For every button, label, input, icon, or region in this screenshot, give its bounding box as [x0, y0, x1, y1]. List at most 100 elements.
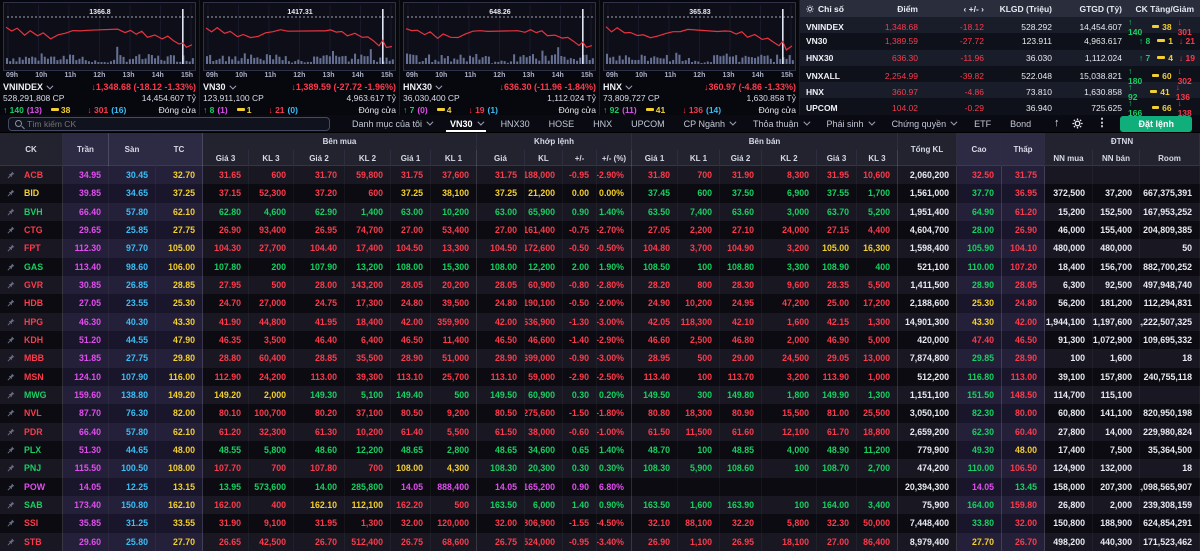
board-row[interactable]: PNJ115.50100.50108.00107.70700107.807001… — [0, 459, 1200, 477]
tab-etf[interactable]: ETF — [974, 115, 991, 132]
ticker-symbol[interactable]: MWG — [22, 386, 63, 404]
ticker-symbol[interactable]: HDB — [22, 294, 63, 312]
index-row[interactable]: UPCOM104.02-0.2936.940725.625↑ 16666↓ 13… — [800, 98, 1200, 114]
board-row[interactable]: CTG29.6525.8527.7526.9093,40026.9574,700… — [0, 221, 1200, 239]
pin-cell[interactable] — [0, 221, 22, 239]
col-header-sell-k3[interactable]: KL 3 — [857, 150, 898, 166]
ticker-symbol[interactable]: HPG — [22, 313, 63, 331]
tab-danh-m-c-c-a-t-i[interactable]: Danh mục của tôi — [352, 115, 431, 132]
pin-cell[interactable] — [0, 276, 22, 294]
col-header-buy-g3[interactable]: Giá 3 — [203, 150, 249, 166]
pin-cell[interactable] — [0, 404, 22, 422]
pin-cell[interactable] — [0, 368, 22, 386]
search-input[interactable] — [27, 119, 323, 129]
pin-cell[interactable] — [0, 423, 22, 441]
index-board-header-chg[interactable]: ‹ +/- › — [924, 4, 990, 14]
index-row[interactable]: VN301,389.59-27.72123.9114,963.617↑ 81↓ … — [800, 33, 1200, 49]
tab-hnx[interactable]: HNX — [593, 115, 612, 132]
tab-bond[interactable]: Bond — [1010, 115, 1031, 132]
pin-cell[interactable] — [0, 239, 22, 257]
board-row[interactable]: KDH51.2044.5547.9046.353,50046.406,40046… — [0, 331, 1200, 349]
ticker-symbol[interactable]: GAS — [22, 258, 63, 276]
pin-cell[interactable] — [0, 386, 22, 404]
col-header-buy-k1[interactable]: KL 1 — [431, 150, 477, 166]
pin-cell[interactable] — [0, 441, 22, 459]
ticker-symbol[interactable]: KDH — [22, 331, 63, 349]
board-row[interactable]: BID39.8534.6537.2537.1552,30037.2060037.… — [0, 184, 1200, 202]
settings-gear-icon[interactable] — [1072, 118, 1083, 129]
pin-cell[interactable] — [0, 514, 22, 532]
tab-cp-ng-nh[interactable]: CP Ngành — [684, 115, 734, 132]
index-name-dropdown[interactable]: HNX30 — [403, 81, 440, 93]
ticker-symbol[interactable]: PNJ — [22, 459, 63, 477]
pin-cell[interactable] — [0, 184, 22, 202]
board-row[interactable]: MSN124.10107.90116.00112.9024,200113.003… — [0, 368, 1200, 386]
board-row[interactable]: FPT112.3097.70105.00104.3027,700104.4017… — [0, 239, 1200, 257]
index-board-header-point[interactable]: Điểm — [862, 4, 924, 14]
col-header-buy-k2[interactable]: KL 2 — [345, 150, 391, 166]
board-row[interactable]: MWG159.60138.80149.20149.202,000149.305,… — [0, 386, 1200, 404]
board-row[interactable]: GVR30.8526.8528.8527.9550028.00143,20028… — [0, 276, 1200, 294]
pin-cell[interactable] — [0, 258, 22, 276]
col-header-change-pct[interactable]: +/- (%) — [597, 150, 632, 166]
board-row[interactable]: HPG46.3040.3043.3041.9044,80041.9518,400… — [0, 313, 1200, 331]
index-board-header-updown[interactable]: CK Tăng/Giảm — [1128, 4, 1200, 14]
ticker-symbol[interactable]: BID — [22, 184, 63, 202]
index-name-dropdown[interactable]: VN30 — [203, 81, 234, 93]
index-row[interactable]: HNX360.97-4.8673.8101,630.858↑ 9241↓ 136 — [800, 82, 1200, 98]
board-row[interactable]: PDR66.4057.8062.1061.2032,30061.3010,200… — [0, 423, 1200, 441]
board-row[interactable]: NVL87.7076.3082.0080.10100,70080.2037,10… — [0, 404, 1200, 422]
col-header-tc[interactable]: TC — [156, 133, 203, 166]
board-row[interactable]: SSI35.8531.2533.5531.909,10031.951,30032… — [0, 514, 1200, 532]
place-order-button[interactable]: Đặt lệnh — [1120, 116, 1192, 132]
ticker-symbol[interactable]: MBB — [22, 349, 63, 367]
ticker-symbol[interactable]: STB — [22, 533, 63, 551]
index-board-settings[interactable]: Chỉ số — [800, 4, 862, 14]
col-header-total[interactable]: Tổng KL — [898, 133, 957, 166]
stock-search[interactable] — [8, 117, 330, 131]
board-row[interactable]: PLX51.3044.6548.0048.555,80048.6012,2004… — [0, 441, 1200, 459]
tab-th-a-thu-n[interactable]: Thỏa thuận — [753, 115, 808, 132]
tab-ph-i-sinh[interactable]: Phái sinh — [827, 115, 873, 132]
col-header-low[interactable]: Thấp — [1002, 133, 1045, 166]
col-header-san[interactable]: Sàn — [109, 133, 156, 166]
collapse-up-icon[interactable]: ↑ — [1054, 118, 1060, 129]
tab-upcom[interactable]: UPCOM — [631, 115, 665, 132]
ticker-symbol[interactable]: GVR — [22, 276, 63, 294]
col-header-high[interactable]: Cao — [957, 133, 1002, 166]
col-header-buy-g2[interactable]: Giá 2 — [294, 150, 345, 166]
col-header-change[interactable]: +/- — [563, 150, 597, 166]
index-board-header-vol[interactable]: KLGD (Triệu) — [990, 4, 1058, 14]
col-header-match-vol[interactable]: KL — [525, 150, 563, 166]
pin-cell[interactable] — [0, 478, 22, 496]
ticker-symbol[interactable]: NVL — [22, 404, 63, 422]
more-menu-icon[interactable]: ⋮ — [1096, 118, 1107, 129]
col-header-buy-g1[interactable]: Giá 1 — [391, 150, 431, 166]
col-header-sell-g2[interactable]: Giá 2 — [720, 150, 762, 166]
ticker-symbol[interactable]: SAB — [22, 496, 63, 514]
pin-cell[interactable] — [0, 203, 22, 221]
pin-cell[interactable] — [0, 533, 22, 551]
tab-ch-ng-quy-n[interactable]: Chứng quyền — [892, 115, 956, 132]
col-header-tran[interactable]: Trần — [63, 133, 109, 166]
col-header-match-price[interactable]: Giá — [477, 150, 525, 166]
col-header-sell-k1[interactable]: KL 1 — [678, 150, 720, 166]
pin-cell[interactable] — [0, 331, 22, 349]
board-row[interactable]: ACB34.9530.4532.7031.6560031.7059,80031.… — [0, 166, 1200, 184]
ticker-symbol[interactable]: FPT — [22, 239, 63, 257]
board-row[interactable]: POW14.0512.2513.1513.95573,60014.00285,8… — [0, 478, 1200, 496]
pin-cell[interactable] — [0, 313, 22, 331]
board-row[interactable]: HDB27.0523.5525.3024.7027,00024.7517,300… — [0, 294, 1200, 312]
tab-vn30[interactable]: VN30 — [450, 115, 482, 132]
col-header-buy-k3[interactable]: KL 3 — [249, 150, 294, 166]
index-row[interactable]: VNINDEX1,348.68-18.12528.29214,454.607↑ … — [800, 17, 1200, 33]
ticker-symbol[interactable]: SSI — [22, 514, 63, 532]
ticker-symbol[interactable]: ACB — [22, 166, 63, 184]
col-header-foreign-sell[interactable]: NN bán — [1093, 150, 1140, 166]
ticker-symbol[interactable]: POW — [22, 478, 63, 496]
index-row[interactable]: VNXALL2,254.99-39.82522.04815,038.821↑ 1… — [800, 66, 1200, 82]
col-header-sell-g1[interactable]: Giá 1 — [632, 150, 678, 166]
index-name-dropdown[interactable]: HNX — [603, 81, 630, 93]
col-header-sell-g3[interactable]: Giá 3 — [817, 150, 857, 166]
board-row[interactable]: BVH66.4057.8062.1062.804,60062.901,40063… — [0, 203, 1200, 221]
